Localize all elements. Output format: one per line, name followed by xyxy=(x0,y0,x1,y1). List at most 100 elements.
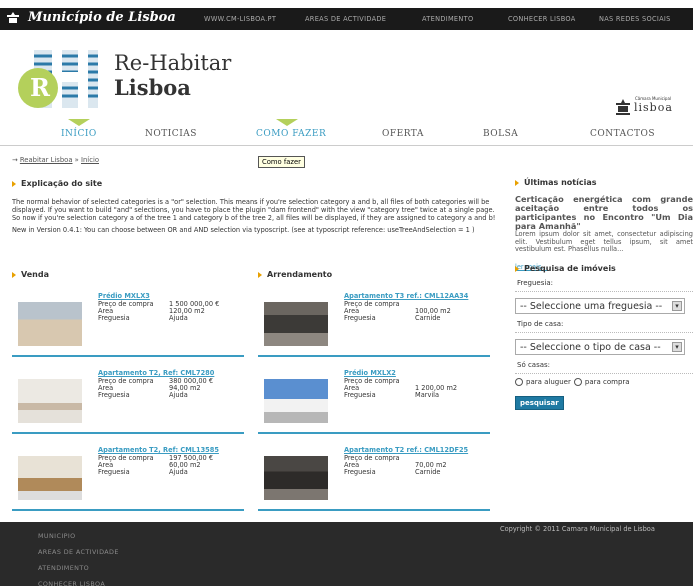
footer-link-conhecer[interactable]: CONHECER LISBOA xyxy=(38,580,105,588)
property-search: Pesquisa de imóveis Freguesia: -- Selecc… xyxy=(515,264,693,410)
bullet-arrow-icon xyxy=(258,271,262,278)
search-button[interactable]: pesquisar xyxy=(515,396,564,410)
topnav-atendimento[interactable]: ATENDIMENTO xyxy=(422,15,473,23)
property-photo[interactable] xyxy=(264,379,328,423)
venda-card: Prédio MXLX3 Preço de compra 1 500 000,00 … xyxy=(12,288,244,357)
nav-tooltip: Como fazer xyxy=(258,156,305,168)
intro-title: Explicação do site xyxy=(21,179,103,188)
bullet-arrow-icon xyxy=(12,180,16,187)
venda-card: Apartamento T2, Ref: CML13585 Preço de co… xyxy=(12,442,244,511)
municipio-brand[interactable]: Município de Lisboa xyxy=(6,10,176,25)
nav-active-marker xyxy=(68,119,90,126)
intro-paragraph-2: New in Version 0.4.1: You can choose bet… xyxy=(12,226,475,234)
nav-oferta[interactable]: OFERTA xyxy=(382,129,424,139)
chevron-down-icon: ▾ xyxy=(672,301,682,311)
topnav-areas[interactable]: AREAS DE ACTIVIDADE xyxy=(305,15,386,23)
radio-aluguer[interactable] xyxy=(515,378,523,386)
tipo-label: Tipo de casa: xyxy=(515,314,693,333)
radio-group: para aluguer para compra xyxy=(515,378,693,386)
site-title-line2: Lisboa xyxy=(114,75,191,100)
property-field-value: Ajuda xyxy=(169,314,188,322)
cml-logo[interactable]: Câmara Municipal lisboa xyxy=(614,96,693,118)
nav-noticias[interactable]: NOTICIAS xyxy=(145,129,197,139)
property-field-value: Carnide xyxy=(415,468,441,476)
arrendamento-title: Arrendamento xyxy=(267,270,333,279)
breadcrumb-arrow-icon: → xyxy=(12,156,18,164)
venda-title: Venda xyxy=(21,270,49,279)
property-photo[interactable] xyxy=(18,302,82,346)
brand-label: Município de Lisboa xyxy=(28,10,176,25)
property-photo[interactable] xyxy=(18,379,82,423)
freguesia-label: Freguesia: xyxy=(515,273,693,292)
rehabitar-logo-icon: R xyxy=(18,50,98,108)
so-casas-label: Só casas: xyxy=(515,355,693,374)
property-photo[interactable] xyxy=(18,456,82,500)
property-field-value: Ajuda xyxy=(169,391,188,399)
venda-card: Apartamento T2, Ref: CML7280 Preço de com… xyxy=(12,365,244,434)
main-nav: INÍCIO NOTICIAS COMO FAZER OFERTA BOLSA … xyxy=(0,118,693,146)
breadcrumb: → Reabitar Lisboa » Início xyxy=(12,156,99,164)
news-section: Últimas notícias Certicação energética c… xyxy=(515,178,693,273)
freguesia-select-value: -- Seleccione uma freguesia -- xyxy=(520,301,663,312)
intro-section: Explicação do site The normal behavior o… xyxy=(12,179,496,234)
property-field-value: Carnide xyxy=(415,314,441,322)
property-field-label: Freguesia xyxy=(344,468,376,476)
search-title: Pesquisa de imóveis xyxy=(524,264,616,273)
freguesia-select[interactable]: -- Seleccione uma freguesia -- ▾ xyxy=(515,298,685,314)
property-field-label: Freguesia xyxy=(344,314,376,322)
arrendamento-card: Apartamento T3 ref.: CML12AA34 Preço de c… xyxy=(258,288,490,357)
tipo-select[interactable]: -- Seleccione o tipo de casa -- ▾ xyxy=(515,339,685,355)
bullet-arrow-icon xyxy=(515,265,519,272)
chevron-down-icon: ▾ xyxy=(672,342,682,352)
news-title: Últimas notícias xyxy=(524,178,597,187)
news-heading: Últimas notícias xyxy=(515,178,693,187)
nav-inicio[interactable]: INÍCIO xyxy=(61,129,97,139)
radio-compra[interactable] xyxy=(573,378,582,386)
municipio-emblem-icon xyxy=(7,11,19,23)
intro-paragraph-1: The normal behavior of selected categori… xyxy=(12,198,496,222)
property-title-link[interactable]: Apartamento T2 ref.: CML12DF25 xyxy=(344,446,468,454)
topnav-conhecer[interactable]: CONHECER LISBOA xyxy=(508,15,576,23)
footer-link-municipio[interactable]: MUNICIPIO xyxy=(38,532,76,540)
footer-link-atendimento[interactable]: ATENDIMENTO xyxy=(38,564,89,572)
breadcrumb-root[interactable]: Reabitar Lisboa xyxy=(20,156,73,164)
property-field-label: Freguesia xyxy=(98,391,130,399)
property-photo[interactable] xyxy=(264,302,328,346)
bullet-arrow-icon xyxy=(12,271,16,278)
topnav-cm-lisboa[interactable]: WWW.CM-LISBOA.PT xyxy=(204,15,276,23)
cml-name-text: lisboa xyxy=(634,101,673,114)
property-title-link[interactable]: Apartamento T2, Ref: CML7280 xyxy=(98,369,214,377)
property-field-value: Marvila xyxy=(415,391,440,399)
breadcrumb-current[interactable]: Início xyxy=(81,156,99,164)
property-title-link[interactable]: Prédio MXLX3 xyxy=(98,292,150,300)
tipo-select-value: -- Seleccione o tipo de casa -- xyxy=(520,342,661,353)
nav-como-fazer[interactable]: COMO FAZER xyxy=(256,129,326,139)
property-title-link[interactable]: Prédio MXLX2 xyxy=(344,369,396,377)
radio-compra-label: para compra xyxy=(584,378,630,386)
bullet-arrow-icon xyxy=(515,179,519,186)
radio-aluguer-label: para aluguer xyxy=(526,378,571,386)
search-heading: Pesquisa de imóveis xyxy=(515,264,693,273)
site-title-line1: Re-Habitar xyxy=(114,51,232,75)
topnav-redes[interactable]: NAS REDES SOCIAIS xyxy=(599,15,671,23)
venda-heading: Venda xyxy=(12,270,49,279)
arrendamento-card: Apartamento T2 ref.: CML12DF25 Preço de c… xyxy=(258,442,490,511)
property-field-label: Freguesia xyxy=(98,314,130,322)
nav-contactos[interactable]: CONTACTOS xyxy=(590,129,655,139)
cml-emblem-icon xyxy=(616,99,630,115)
news-lead[interactable]: Certicação energética com grande aceitaç… xyxy=(515,195,693,231)
nav-hover-marker xyxy=(276,119,298,126)
property-photo[interactable] xyxy=(264,456,328,500)
intro-heading: Explicação do site xyxy=(12,179,496,188)
property-field-value: Ajuda xyxy=(169,468,188,476)
arrendamento-heading: Arrendamento xyxy=(258,270,332,279)
property-title-link[interactable]: Apartamento T3 ref.: CML12AA34 xyxy=(344,292,468,300)
rehabitar-logo[interactable]: R xyxy=(18,48,110,116)
property-title-link[interactable]: Apartamento T2, Ref: CML13585 xyxy=(98,446,219,454)
news-body: Lorem ipsum dolor sit amet, consectetur … xyxy=(515,230,693,254)
arrendamento-card: Prédio MXLX2 Preço de compra Area 1 200,00 … xyxy=(258,365,490,434)
breadcrumb-separator: » xyxy=(74,156,79,164)
property-field-label: Freguesia xyxy=(98,468,130,476)
footer-link-areas[interactable]: AREAS DE ACTIVIDADE xyxy=(38,548,119,556)
nav-bolsa[interactable]: BOLSA xyxy=(483,129,518,139)
